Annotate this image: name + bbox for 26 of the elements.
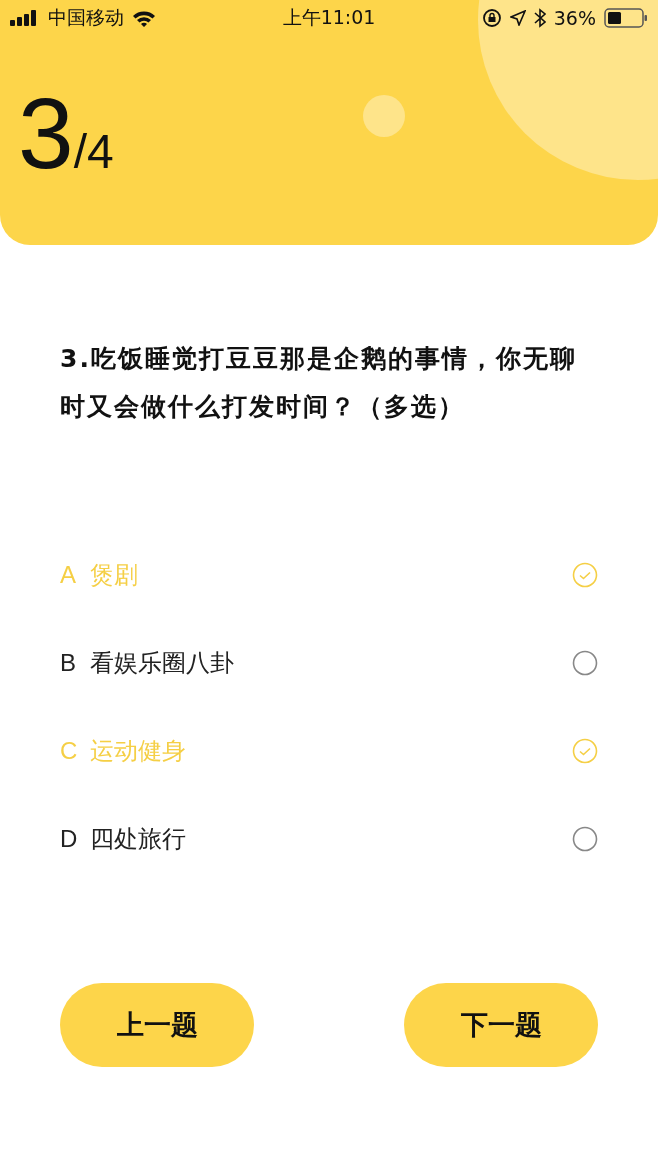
current-question-number: 3 [18,88,74,178]
clock-time: 上午11:01 [282,5,376,30]
previous-button[interactable]: 上一题 [60,983,254,1067]
checked-circle-icon[interactable] [572,738,598,764]
carrier-name: 中国移动 [48,5,124,30]
empty-circle-icon[interactable] [572,826,598,852]
option-letter: C [60,737,79,765]
option-label: 运动健身 [90,736,187,767]
location-arrow-icon [509,10,526,26]
wifi-icon [132,9,156,27]
option-label: 四处旅行 [90,824,187,855]
total-question-count: /4 [73,128,114,176]
option-label: 看娱乐圈八卦 [90,648,235,679]
decorative-circle [363,95,405,137]
empty-circle-icon[interactable] [572,650,598,676]
option-letter: B [60,649,77,677]
question-text: 3.吃饭睡觉打豆豆那是企鹅的事情，你无聊时又会做什么打发时间？（多选） [60,343,578,423]
battery-icon [604,8,648,28]
next-button[interactable]: 下一题 [404,983,598,1067]
battery-percent: 36% [553,7,596,29]
bluetooth-icon [533,8,546,28]
option-label: 煲剧 [90,560,139,591]
option-letter: A [60,561,77,589]
checked-circle-icon[interactable] [572,562,598,588]
rotation-lock-icon [481,8,502,28]
option-letter: D [60,825,79,853]
